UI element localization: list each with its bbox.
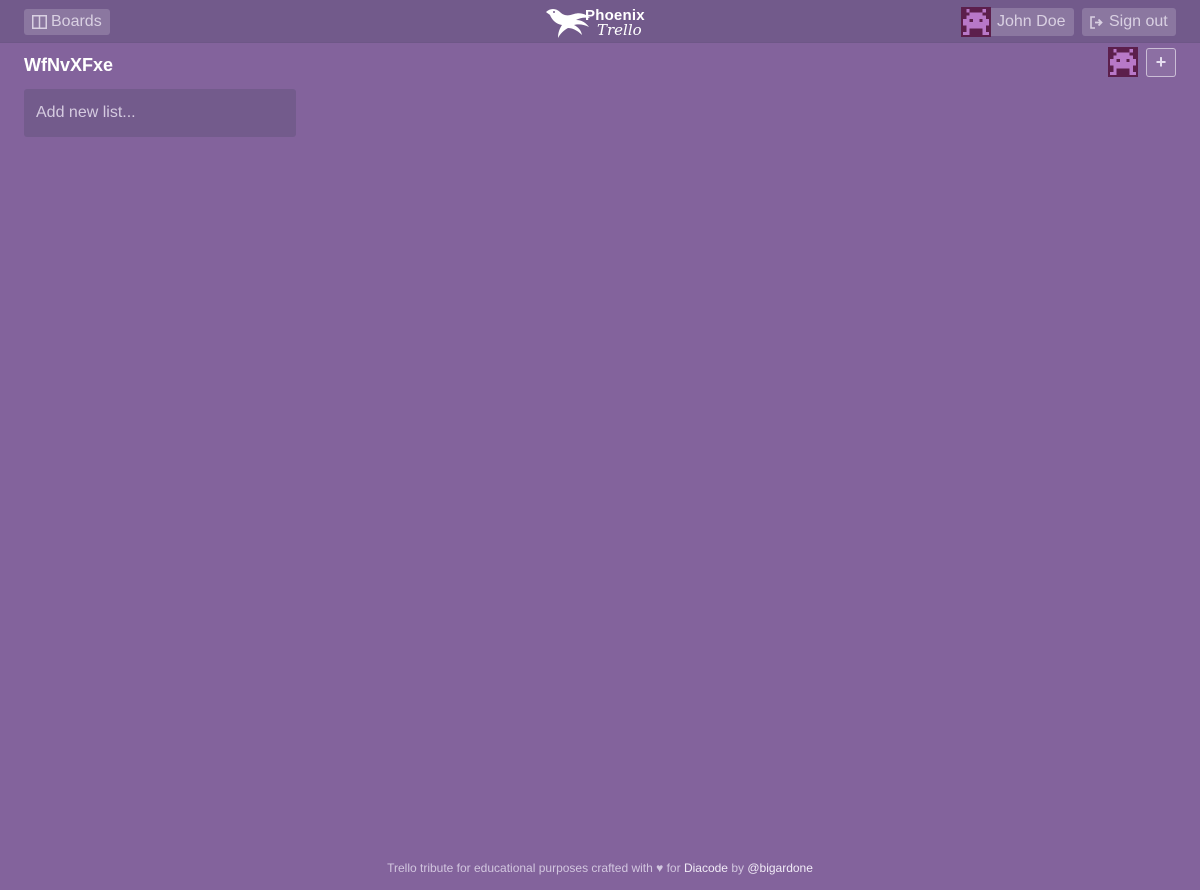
board-member-avatar <box>1108 47 1138 77</box>
footer-text: Trello tribute for educational purposes … <box>387 861 681 875</box>
add-member-button[interactable]: + <box>1146 48 1176 77</box>
footer-link-bigardone[interactable]: @bigardone <box>747 861 813 875</box>
columns-icon <box>32 15 47 29</box>
sign-out-button[interactable]: Sign out <box>1082 8 1176 36</box>
user-name: John Doe <box>997 13 1066 30</box>
app-logo[interactable]: Phoenix Trello <box>544 4 650 40</box>
current-user-button[interactable]: John Doe <box>961 7 1074 37</box>
user-avatar <box>961 7 991 37</box>
boards-button[interactable]: Boards <box>24 9 110 35</box>
space-invader-avatar <box>963 9 989 35</box>
boards-label: Boards <box>51 13 102 30</box>
top-navbar: Boards Phoenix Trello John Doe Sign out <box>0 0 1200 43</box>
logo-subtitle: Trello <box>597 21 642 39</box>
footer-link-diacode[interactable]: Diacode <box>684 861 728 875</box>
sign-out-label: Sign out <box>1109 13 1168 30</box>
footer: Trello tribute for educational purposes … <box>0 861 1200 875</box>
footer-by: by <box>731 861 744 875</box>
add-new-list-label: Add new list... <box>36 104 136 121</box>
space-invader-avatar <box>1110 49 1136 75</box>
add-new-list-button[interactable]: Add new list... <box>24 89 296 137</box>
board-title[interactable]: WfNvXFxe <box>24 55 113 76</box>
sign-out-icon <box>1090 15 1103 29</box>
